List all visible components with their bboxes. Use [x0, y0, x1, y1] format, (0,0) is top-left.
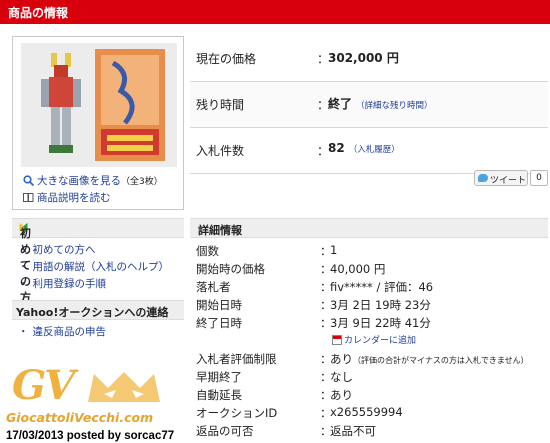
bid-count-label: 入札件数	[196, 144, 245, 158]
remaining-time-detail-link[interactable]: （詳細な残り時間）	[356, 101, 433, 111]
detail-label: 個数	[196, 244, 219, 258]
detail-value: 返品不可	[330, 424, 376, 438]
add-to-calendar-label[interactable]: カレンダーに追加	[344, 336, 416, 346]
detail-label: オークションID	[196, 406, 278, 420]
beginner-link-3[interactable]: ・利用登録の手順	[18, 276, 106, 291]
watermark-logo: GV	[12, 362, 75, 409]
detail-label: 入札者評価制限	[196, 352, 277, 366]
contact-section-title: Yahoo!オークションへの連絡	[16, 306, 169, 319]
bullet: ・	[18, 278, 29, 290]
beginner-link-label[interactable]: 用語の解説（入札のヘルプ）	[33, 261, 170, 273]
auction-id-value: x265559994	[330, 405, 403, 419]
bullet: ・	[18, 326, 29, 338]
beginner-link-2[interactable]: ・用語の解説（入札のヘルプ）	[18, 259, 169, 274]
detail-value: 3月 2日 19時 23分	[330, 298, 431, 312]
beginner-section-header: 初めての方	[12, 218, 184, 304]
tweet-count: 0	[530, 170, 548, 186]
product-photo[interactable]	[21, 43, 177, 167]
watermark-crown-icon	[88, 372, 160, 402]
bidder-restriction-note: （評価の合計がマイナスの方は入札できません）	[353, 356, 529, 365]
report-violation-label[interactable]: 違反商品の申告	[33, 326, 107, 338]
detail-label: 自動延長	[196, 388, 242, 402]
detail-label: 終了日時	[196, 316, 242, 330]
contact-section-header: Yahoo!オークションへの連絡	[12, 300, 184, 320]
detail-label: 開始日時	[196, 298, 242, 312]
read-description-link[interactable]: 商品説明を読む	[23, 190, 111, 205]
add-to-calendar-link[interactable]: カレンダーに追加	[332, 333, 416, 346]
remaining-time-value: 終了	[328, 97, 353, 111]
read-description-label[interactable]: 商品説明を読む	[37, 192, 111, 204]
twitter-bird-icon	[478, 174, 488, 182]
bid-count-value: 82	[328, 141, 345, 155]
image-count: （全3枚）	[121, 177, 163, 187]
section-title: 商品の情報	[8, 6, 69, 20]
detail-value: 1	[330, 243, 338, 257]
enlarge-image-link[interactable]: 大きな画像を見る（全3枚）	[23, 173, 163, 188]
current-price-row: 現在の価格 ： 302,000 円	[190, 36, 548, 82]
beginner-link-label[interactable]: 初めての方へ	[33, 244, 96, 256]
tweet-label: ツイート	[490, 176, 527, 186]
bid-count-row: 入札件数 ： 82 （入札履歴）	[190, 128, 548, 174]
detail-value: 40,000 円	[330, 262, 386, 276]
beginner-link-label[interactable]: 利用登録の手順	[33, 278, 107, 290]
posted-caption: 17/03/2013 posted by sorcac77	[6, 430, 175, 442]
product-image-box: 大きな画像を見る（全3枚） 商品説明を読む	[12, 36, 184, 210]
magnifier-icon	[23, 175, 34, 186]
calendar-icon	[332, 335, 342, 345]
detail-value: あり	[330, 352, 353, 366]
remaining-time-row: 残り時間 ： 終了 （詳細な残り時間）	[190, 82, 548, 128]
detail-label: 落札者	[196, 280, 231, 294]
section-header: 商品の情報	[0, 0, 550, 24]
remaining-time-label: 残り時間	[196, 98, 245, 112]
detail-label: 返品の可否	[196, 424, 254, 438]
beginner-link-1[interactable]: ・初めての方へ	[18, 242, 96, 257]
book-icon	[23, 193, 34, 202]
bullet: ・	[18, 244, 29, 256]
current-price-label: 現在の価格	[196, 52, 257, 66]
detail-section-title: 詳細情報	[198, 224, 242, 237]
bullet: ・	[18, 261, 29, 273]
enlarge-image-label[interactable]: 大きな画像を見る	[37, 175, 121, 187]
detail-value: なし	[330, 370, 353, 384]
tweet-button[interactable]: ツイート	[474, 170, 528, 186]
bid-history-link[interactable]: （入札履歴）	[349, 145, 400, 155]
detail-label: 開始時の価格	[196, 262, 265, 276]
current-price-value: 302,000 円	[328, 51, 399, 65]
contact-link-1[interactable]: ・違反商品の申告	[18, 324, 106, 339]
detail-value: 3月 9日 22時 41分	[330, 316, 431, 330]
winner-value: fiv***** / 評価：46	[330, 280, 434, 294]
detail-label: 早期終了	[196, 370, 242, 384]
watermark-site: GiocattoliVecchi.com	[6, 410, 154, 425]
detail-section-header: 詳細情報	[190, 218, 548, 238]
detail-value: あり	[330, 388, 353, 402]
